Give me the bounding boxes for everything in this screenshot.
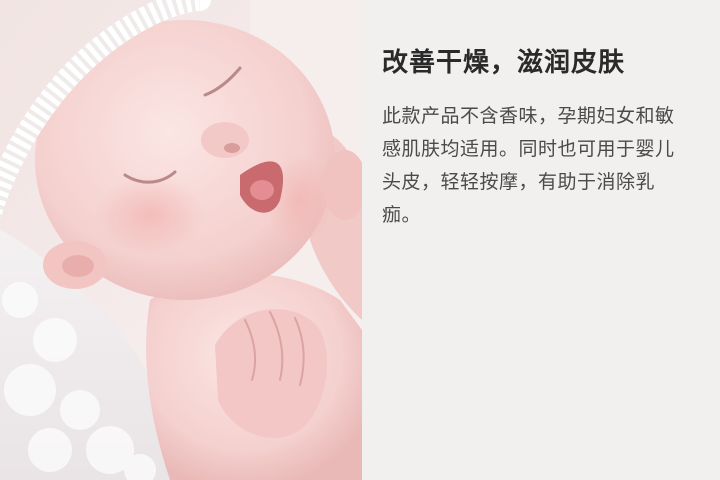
- baby-photo: [0, 0, 362, 480]
- headline: 改善干燥，滋润皮肤: [382, 48, 626, 78]
- product-card: 改善干燥，滋润皮肤 此款产品不含香味，孕期妇女和敏感肌肤均适用。同时也可用于婴儿…: [0, 0, 720, 480]
- text-panel: 改善干燥，滋润皮肤 此款产品不含香味，孕期妇女和敏感肌肤均适用。同时也可用于婴儿…: [362, 0, 720, 480]
- body-copy: 此款产品不含香味，孕期妇女和敏感肌肤均适用。同时也可用于婴儿头皮，轻轻按摩，有助…: [382, 105, 675, 226]
